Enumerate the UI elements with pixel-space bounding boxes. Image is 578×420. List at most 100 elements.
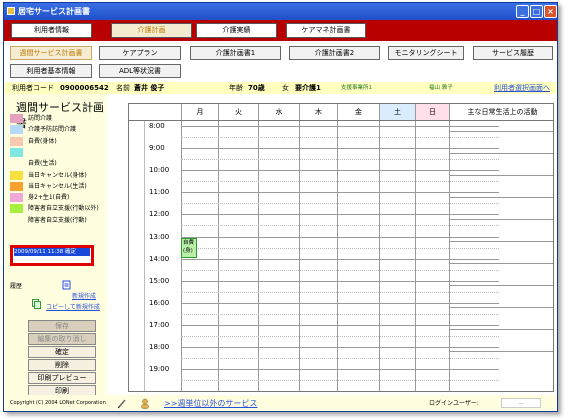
app-window: 居宅サービス計画書 _ □ × 利用者情報 介護計画 介護実績 ケアマネ計画書 … (3, 2, 558, 412)
confirm-button[interactable]: 確定 (28, 346, 96, 358)
day-header-fri: 金 (337, 104, 379, 120)
activity-row-line (449, 263, 553, 264)
legend-item: 障害者自立支援(行動以外) (10, 203, 105, 214)
legend-item: 障害者自立支援(行動) (10, 215, 105, 226)
tab-adl-status[interactable]: ADL等状況書 (99, 64, 181, 78)
cancel-edit-button[interactable]: 編集の取り消し (28, 333, 96, 345)
grid-column-line (218, 121, 219, 391)
schedule-header: 月 火 水 木 金 土 日 主な日常生活上の活動 (129, 104, 553, 121)
time-gutter (129, 121, 145, 391)
legend-swatch (10, 136, 23, 146)
day-header-tue: 火 (218, 104, 258, 120)
grid-hour-line (181, 324, 499, 326)
grid-half-hour-line (181, 335, 499, 337)
legend-swatch (10, 204, 23, 214)
maximize-button[interactable]: □ (530, 5, 543, 18)
sidebar: 週間サービス計画書 訪問介護 介護予防訪問介護 自費(身体) 自費(生活) 当日キャンセ… (4, 94, 107, 399)
day-header-mon: 月 (181, 104, 218, 120)
login-user-value: ... (501, 398, 541, 408)
day-header-sun: 日 (415, 104, 449, 120)
other-services-link[interactable]: >>週単位以外のサービス (164, 395, 257, 411)
nav-care-plan[interactable]: 介護計画 (111, 23, 192, 38)
staff-name: 福山 雅子 (429, 85, 453, 91)
user-sex: 女 (282, 84, 289, 92)
legend-label: 訪問介護 (28, 115, 53, 122)
activity-row-line (449, 153, 553, 154)
time-label: 13:00 (149, 232, 170, 241)
care-level: 要介護1 (295, 84, 321, 92)
save-button[interactable]: 保存 (28, 320, 96, 332)
grid-hour-line (181, 214, 499, 216)
legend-label: 自費(身体) (28, 137, 57, 145)
legend-swatch (10, 215, 23, 225)
time-label: 10:00 (149, 166, 170, 175)
legend-item: 当日キャンセル(身体) (10, 170, 105, 181)
new-create-link[interactable]: 新規作成 (72, 291, 96, 300)
copy-create-link[interactable]: コピーして新規作成 (46, 302, 100, 311)
user-name-label: 名前 (116, 84, 130, 92)
legend-swatch (10, 125, 23, 135)
grid-column-line (379, 121, 380, 391)
user-info-bar: 利用者コード 0900006542 名前 蒼井 俊子 年齢 70歳 女 要介護1… (4, 82, 557, 94)
grid-half-hour-line (181, 203, 499, 205)
legend-swatch (10, 114, 23, 123)
grid-hour-line (181, 280, 499, 282)
activity-row-line (449, 241, 553, 242)
grid-hour-line (181, 170, 499, 172)
tab-care-plan-2[interactable]: 介護計画書2 (289, 46, 380, 60)
nav-user-info[interactable]: 利用者情報 (11, 23, 92, 38)
legend-swatch (10, 181, 23, 191)
grid-half-hour-line (181, 225, 499, 227)
time-label: 19:00 (149, 365, 170, 374)
time-label: 16:00 (149, 298, 170, 307)
nav-care-records[interactable]: 介護実績 (196, 23, 277, 38)
history-list[interactable]: 2009/09/11 11:38 確定 (10, 245, 94, 266)
age-label: 年齢 (229, 84, 243, 92)
user-name: 蒼井 俊子 (134, 84, 165, 92)
print-preview-button[interactable]: 印刷プレビュー (28, 372, 96, 384)
grid-hour-line (181, 347, 499, 348)
user-icon[interactable] (140, 398, 150, 409)
grid-hour-line (181, 258, 499, 260)
user-select-link[interactable]: 利用者選択画面へ (494, 82, 550, 94)
nav-caremanager-plan[interactable]: ケアマネ計画書 (286, 23, 366, 38)
copyright: Copyright (C) 2004 LONet Corporation (10, 400, 106, 406)
tab-care-plan[interactable]: ケアプラン (99, 46, 181, 60)
tab-monitoring-sheet[interactable]: モニタリングシート (388, 46, 464, 60)
login-user-label: ログインユーザー: (429, 400, 479, 407)
pen-icon[interactable] (117, 398, 127, 409)
schedule-event[interactable]: 自費 (身) (181, 238, 197, 258)
activity-row-line (449, 219, 553, 220)
tab-user-basic-info[interactable]: 利用者基本情報 (10, 64, 92, 78)
weekly-schedule-grid[interactable]: 月 火 水 木 金 土 日 主な日常生活上の活動 8:00 9:00 10:00 11… (128, 103, 554, 392)
main-nav: 利用者情報 介護計画 介護実績 ケアマネ計画書 (4, 20, 557, 41)
history-label: 履歴 (10, 283, 23, 290)
app-icon (7, 7, 15, 15)
legend-item: 自費(身体) (10, 136, 105, 147)
tab-service-history[interactable]: サービス履歴 (473, 46, 553, 60)
close-button[interactable]: × (544, 5, 557, 18)
activity-row-line (449, 329, 553, 330)
time-label: 17:00 (149, 320, 170, 329)
activity-row-line (449, 175, 553, 176)
grid-hour-line (181, 302, 499, 304)
new-document-icon[interactable] (62, 280, 71, 290)
minimize-button[interactable]: _ (516, 5, 529, 18)
event-label-line1: 自費 (183, 240, 195, 246)
activity-row-line (449, 131, 553, 132)
grid-half-hour-line (181, 137, 499, 139)
activity-row-line (449, 285, 553, 286)
footer: Copyright (C) 2004 LONet Corporation >>週… (4, 395, 557, 411)
grid-half-hour-line (181, 247, 499, 249)
grid-column-line (337, 121, 338, 391)
history-entry[interactable]: 2009/09/11 11:38 確定 (14, 248, 90, 256)
grid-hour-line (181, 126, 499, 127)
tab-weekly-service-plan[interactable]: 週間サービス計画書 (10, 46, 92, 60)
grid-half-hour-line (181, 380, 499, 382)
legend-label: 当日キャンセル(生活) (28, 182, 87, 190)
copy-document-icon[interactable] (32, 299, 41, 309)
event-label-line2: (身) (183, 248, 193, 254)
tab-care-plan-1[interactable]: 介護計画書1 (190, 46, 281, 60)
time-label: 14:00 (149, 254, 170, 263)
delete-button[interactable]: 削除 (28, 359, 96, 371)
